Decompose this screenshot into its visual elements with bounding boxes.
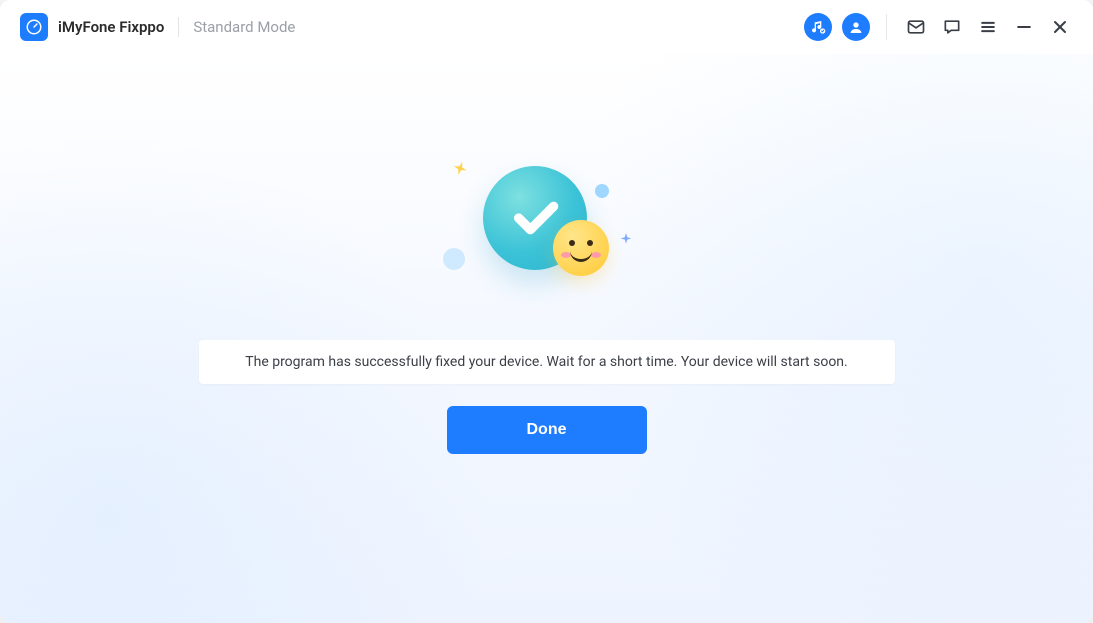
app-window: iMyFone Fixppo Standard Mode <box>0 0 1093 623</box>
minimize-icon <box>1014 17 1034 37</box>
title-divider <box>178 17 179 37</box>
app-title: iMyFone Fixppo <box>58 18 164 36</box>
mail-button[interactable] <box>903 14 929 40</box>
menu-icon <box>978 17 998 37</box>
success-illustration <box>457 164 637 304</box>
music-note-icon <box>810 19 826 35</box>
titlebar-icons <box>804 13 1073 41</box>
sparkle-icon <box>448 158 471 181</box>
mail-icon <box>906 17 926 37</box>
app-logo <box>20 13 48 41</box>
success-message-card: The program has successfully fixed your … <box>199 340 895 384</box>
chat-icon <box>942 17 962 37</box>
close-icon <box>1050 17 1070 37</box>
feedback-button[interactable] <box>939 14 965 40</box>
menu-button[interactable] <box>975 14 1001 40</box>
decor-dot <box>443 248 465 270</box>
done-button[interactable]: Done <box>447 406 647 454</box>
sparkle-icon <box>619 232 633 246</box>
titlebar-divider <box>886 14 887 40</box>
decor-dot <box>595 184 609 198</box>
music-button[interactable] <box>804 13 832 41</box>
account-button[interactable] <box>842 13 870 41</box>
smiley-icon <box>553 220 609 276</box>
user-icon <box>848 19 864 35</box>
minimize-button[interactable] <box>1011 14 1037 40</box>
titlebar: iMyFone Fixppo Standard Mode <box>0 0 1093 54</box>
mode-label: Standard Mode <box>193 18 295 36</box>
success-message: The program has successfully fixed your … <box>219 354 875 370</box>
close-button[interactable] <box>1047 14 1073 40</box>
content-area: The program has successfully fixed your … <box>0 54 1093 623</box>
